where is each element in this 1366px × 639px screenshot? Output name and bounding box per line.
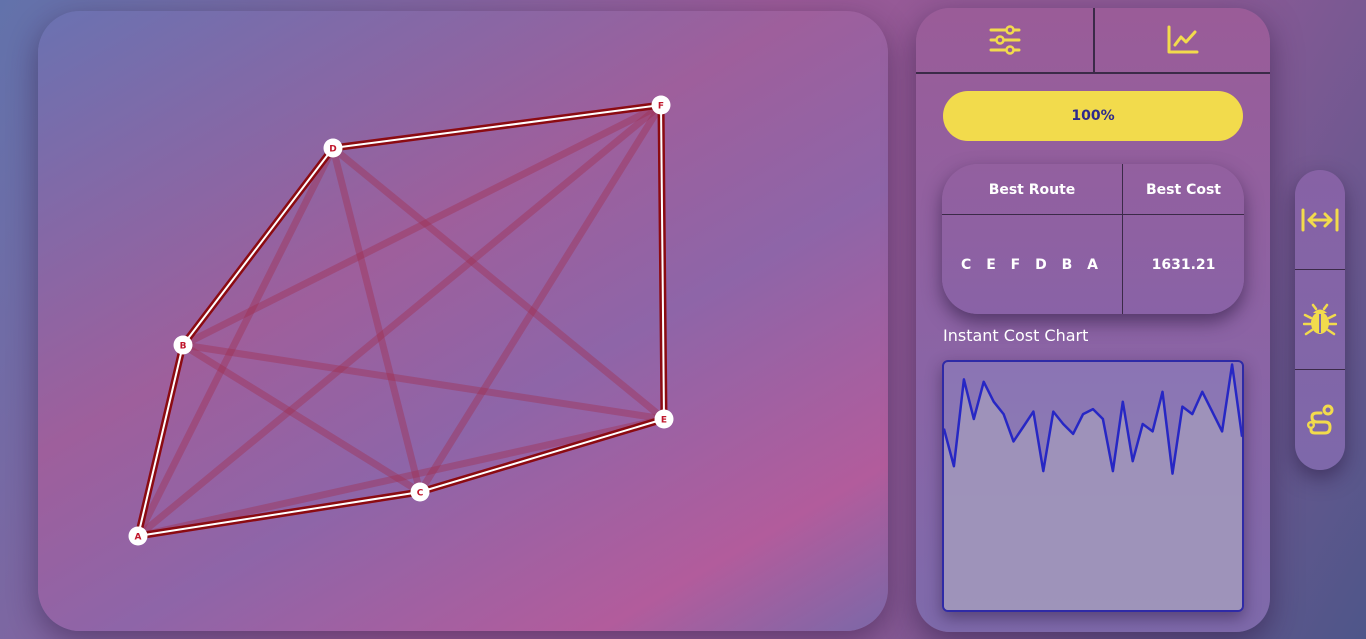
chart-point — [1181, 405, 1184, 408]
chart-point — [963, 378, 965, 381]
chart-point — [1112, 470, 1114, 472]
chart-point — [1042, 470, 1045, 472]
side-panel: 100% Best Route Best Cost C E F D B A 16… — [916, 8, 1270, 632]
best-cost-header: Best Cost — [1146, 181, 1221, 198]
debug-button[interactable] — [1295, 270, 1345, 370]
progress-label: 100% — [1071, 108, 1115, 124]
progress-bar: 100% — [943, 91, 1243, 141]
graph-canvas[interactable]: A B C D E F — [38, 11, 888, 631]
chart-point — [1072, 433, 1074, 435]
chart-point — [1062, 423, 1064, 425]
chart-point — [1092, 408, 1094, 410]
chart-point — [1012, 440, 1015, 443]
chart-point — [953, 465, 955, 467]
tool-strip — [1295, 170, 1345, 470]
tab-bar — [916, 8, 1270, 74]
graph-svg: A B C D E F — [128, 95, 674, 546]
sliders-icon — [989, 25, 1020, 55]
chart-point — [1131, 460, 1134, 462]
chart-point — [1191, 413, 1194, 415]
graph-edge — [134, 101, 665, 540]
node-label: D — [329, 144, 336, 154]
chart-point — [1171, 472, 1174, 475]
chart-point — [982, 381, 985, 383]
table-divider — [942, 214, 1244, 215]
results-table: Best Route Best Cost C E F D B A 1631.21 — [942, 164, 1244, 314]
node-label: F — [658, 101, 664, 111]
chart-point — [1201, 390, 1204, 393]
node-label: A — [135, 532, 142, 542]
arrows-horizontal-icon — [1301, 208, 1339, 232]
chart-point — [1221, 430, 1223, 433]
chart-point — [1211, 410, 1213, 413]
tab-settings[interactable] — [916, 8, 1093, 72]
node-label: E — [661, 415, 667, 425]
chart-point — [1122, 400, 1124, 403]
chart-point — [1151, 430, 1154, 433]
chart-title: Instant Cost Chart — [943, 326, 1089, 345]
bug-icon — [1303, 303, 1337, 336]
chart-point — [1032, 410, 1035, 413]
chart-point — [1231, 363, 1233, 366]
chart-point — [1052, 410, 1055, 413]
chart-point — [1002, 413, 1005, 415]
line-chart-icon — [1167, 25, 1198, 54]
fit-width-button[interactable] — [1295, 170, 1345, 270]
node-label: B — [180, 341, 187, 351]
best-route-value: C E F D B A — [961, 257, 1103, 273]
chart-point — [992, 400, 995, 403]
chart-point — [1102, 418, 1104, 420]
chart-point — [973, 418, 975, 420]
route-edge-highlight — [182, 147, 334, 346]
route-button[interactable] — [1295, 370, 1345, 470]
route-icon — [1307, 404, 1334, 435]
chart-point — [1082, 413, 1084, 415]
best-route-header: Best Route — [988, 181, 1076, 198]
graph-edge — [329, 144, 424, 496]
chart-point — [1141, 423, 1144, 425]
best-cost-value: 1631.21 — [1151, 257, 1216, 273]
chart-point — [1022, 425, 1025, 428]
tab-chart[interactable] — [1093, 8, 1270, 72]
cost-chart-svg — [944, 363, 1242, 610]
cost-chart — [942, 360, 1244, 612]
chart-point — [1161, 390, 1164, 393]
graph-edge — [134, 144, 337, 540]
node-label: C — [417, 488, 424, 498]
